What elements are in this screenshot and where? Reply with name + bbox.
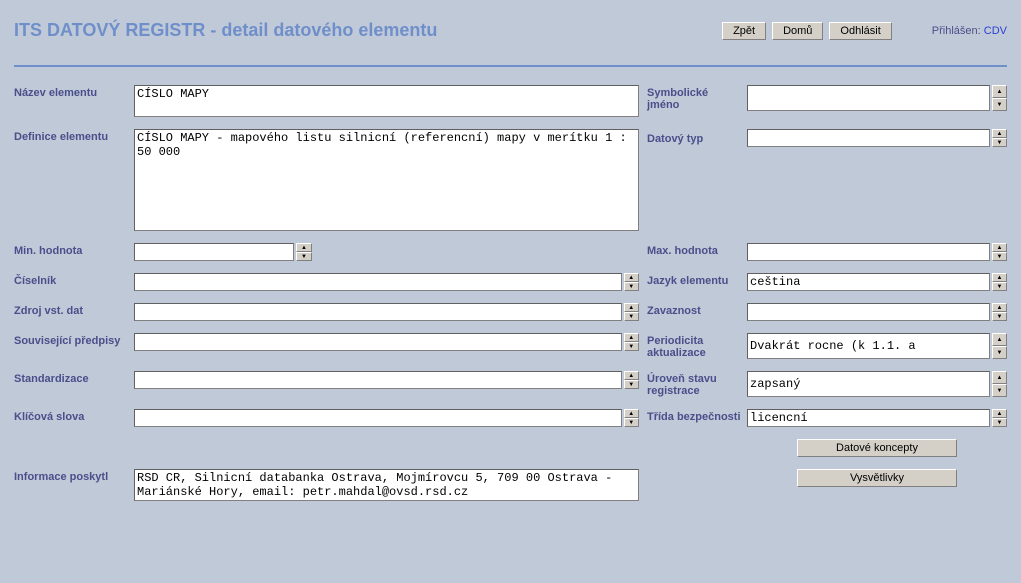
predpisy-spinner[interactable]: ▲▼ xyxy=(624,333,639,351)
max-input[interactable] xyxy=(747,243,990,261)
header: ITS DATOVÝ REGISTR - detail datového ele… xyxy=(14,10,1007,65)
min-input[interactable] xyxy=(134,243,294,261)
label-min: Min. hodnota xyxy=(14,243,134,261)
min-spinner[interactable]: ▲▼ xyxy=(296,243,312,261)
divider xyxy=(14,65,1007,67)
label-klicova: Klíčová slova xyxy=(14,409,134,427)
datovytyp-spinner[interactable]: ▲▼ xyxy=(992,129,1007,147)
jazyk-input[interactable] xyxy=(747,273,990,291)
label-max: Max. hodnota xyxy=(647,243,747,261)
datovytyp-input[interactable] xyxy=(747,129,990,147)
max-spinner[interactable]: ▲▼ xyxy=(992,243,1007,261)
label-datovytyp: Datový typ xyxy=(647,131,747,145)
zdroj-input[interactable] xyxy=(134,303,622,321)
symbolicke-input[interactable] xyxy=(747,85,990,111)
page-scroll[interactable]: ITS DATOVÝ REGISTR - detail datového ele… xyxy=(0,0,1021,583)
vysvetlivky-button[interactable]: Vysvětlivky xyxy=(797,469,957,487)
trida-input[interactable] xyxy=(747,409,990,427)
label-predpisy: Související předpisy xyxy=(14,333,134,351)
predpisy-input[interactable] xyxy=(134,333,622,351)
label-informace: Informace poskytl xyxy=(14,469,134,501)
back-button[interactable]: Zpět xyxy=(722,22,766,40)
page-title: ITS DATOVÝ REGISTR - detail datového ele… xyxy=(14,20,437,41)
ciselnik-spinner[interactable]: ▲▼ xyxy=(624,273,639,291)
home-button[interactable]: Domů xyxy=(772,22,823,40)
label-standardizace: Standardizace xyxy=(14,371,134,389)
nazev-input[interactable]: CÍSLO MAPY xyxy=(134,85,639,117)
trida-spinner[interactable]: ▲▼ xyxy=(992,409,1007,427)
header-buttons: Zpět Domů Odhlásit xyxy=(722,22,892,40)
uroven-input[interactable] xyxy=(747,371,990,397)
logout-button[interactable]: Odhlásit xyxy=(829,22,891,40)
periodicita-input[interactable] xyxy=(747,333,990,359)
klicova-input[interactable] xyxy=(134,409,622,427)
header-right: Zpět Domů Odhlásit Přihlášen: CDV xyxy=(722,22,1007,40)
zdroj-spinner[interactable]: ▲▼ xyxy=(624,303,639,321)
login-status: Přihlášen: CDV xyxy=(932,25,1007,37)
label-zdroj: Zdroj vst. dat xyxy=(14,303,134,321)
label-symbolicke: Symbolické jméno xyxy=(647,85,747,111)
standardizace-input[interactable] xyxy=(134,371,622,389)
page-content: ITS DATOVÝ REGISTR - detail datového ele… xyxy=(0,0,1021,583)
label-nazev: Název elementu xyxy=(14,85,134,117)
zavaznost-spinner[interactable]: ▲▼ xyxy=(992,303,1007,321)
ciselnik-input[interactable] xyxy=(134,273,622,291)
definice-input[interactable]: CÍSLO MAPY - mapového listu silnicní (re… xyxy=(134,129,639,231)
login-label: Přihlášen: xyxy=(932,25,981,37)
informace-input[interactable]: RSD CR, Silnicní databanka Ostrava, Mojm… xyxy=(134,469,639,501)
label-zavaznost: Zavaznost xyxy=(647,303,747,321)
klicova-spinner[interactable]: ▲▼ xyxy=(624,409,639,427)
label-periodicita: Periodicita aktualizace xyxy=(647,333,747,359)
jazyk-spinner[interactable]: ▲▼ xyxy=(992,273,1007,291)
label-trida: Třída bezpečnosti xyxy=(647,409,747,427)
label-uroven: Úroveň stavu registrace xyxy=(647,371,747,397)
standardizace-spinner[interactable]: ▲▼ xyxy=(624,371,639,389)
symbolicke-spinner[interactable]: ▲▼ xyxy=(992,85,1007,111)
label-ciselnik: Číselník xyxy=(14,273,134,291)
zavaznost-input[interactable] xyxy=(747,303,990,321)
uroven-spinner[interactable]: ▲▼ xyxy=(992,371,1007,397)
label-jazyk: Jazyk elementu xyxy=(647,273,747,291)
label-definice: Definice elementu xyxy=(14,129,134,231)
login-user: CDV xyxy=(984,25,1007,37)
datove-koncepty-button[interactable]: Datové koncepty xyxy=(797,439,957,457)
periodicita-spinner[interactable]: ▲▼ xyxy=(992,333,1007,359)
